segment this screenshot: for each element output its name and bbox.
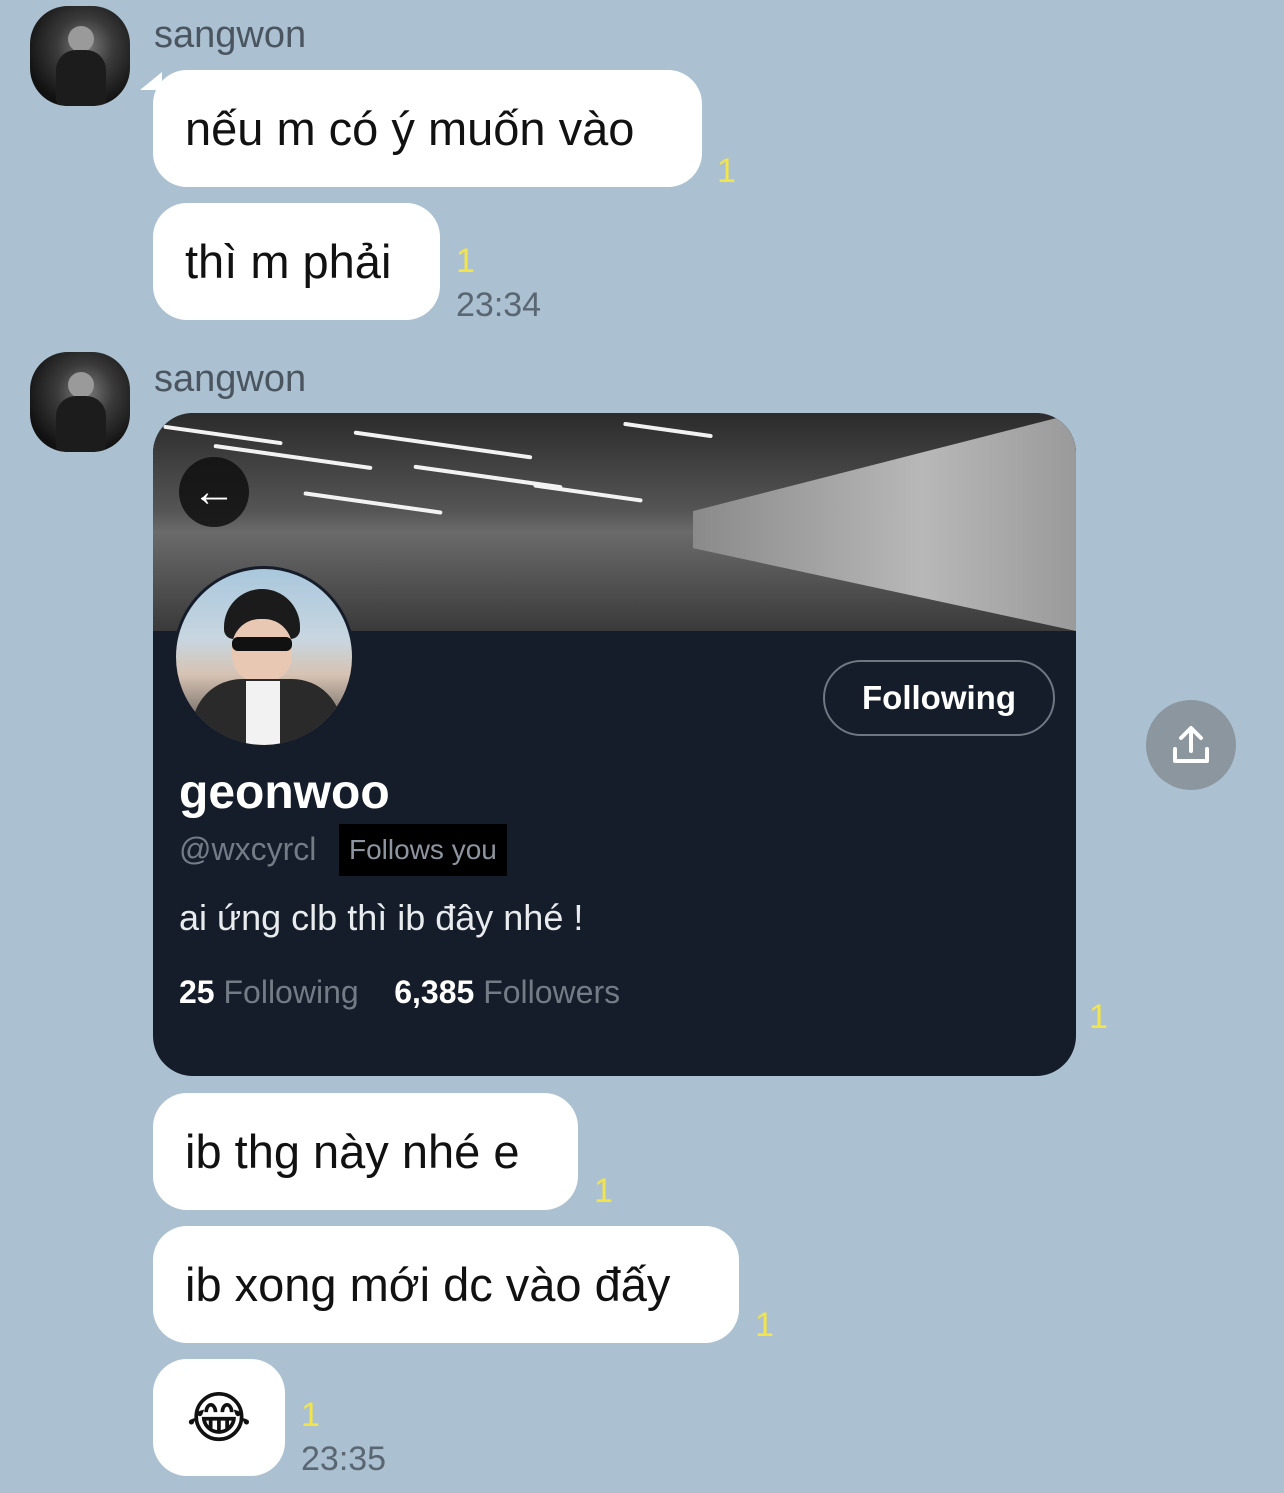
profile-display-name: geonwoo [179, 766, 390, 819]
laughing-tears-emoji-icon: 😂 [186, 1385, 252, 1449]
emoji-message-bubble[interactable]: 😂 [153, 1359, 285, 1476]
message-text: nếu m có ý muốn vào [185, 102, 635, 155]
sender-name: sangwon [154, 358, 307, 400]
unread-count: 1 [1089, 998, 1108, 1036]
message-bubble[interactable]: thì m phải [153, 203, 440, 320]
unread-count: 1 [594, 1172, 613, 1210]
sender-name: sangwon [154, 14, 307, 56]
message-time: 23:34 [456, 286, 542, 324]
message-bubble[interactable]: nếu m có ý muốn vào [153, 70, 702, 187]
sender-avatar[interactable] [30, 352, 130, 452]
unread-count: 1 [717, 152, 736, 190]
following-count[interactable]: 25 [179, 974, 215, 1010]
unread-count: 1 [755, 1306, 774, 1344]
follows-you-badge: Follows you [339, 824, 507, 876]
following-button[interactable]: Following [823, 660, 1055, 736]
profile-bio: ai ứng clb thì ib đây nhé ! [179, 897, 584, 938]
share-upload-icon[interactable] [1146, 700, 1236, 790]
following-label[interactable]: Following [223, 974, 358, 1010]
followers-count[interactable]: 6,385 [394, 974, 474, 1010]
message-bubble[interactable]: ib thg này nhé e [153, 1093, 578, 1210]
unread-count: 1 [456, 242, 475, 280]
message-text: thì m phải [185, 235, 392, 288]
followers-label[interactable]: Followers [483, 974, 620, 1010]
message-time: 23:35 [301, 1440, 387, 1478]
sender-avatar[interactable] [30, 6, 130, 106]
back-arrow-icon[interactable]: ← [179, 457, 249, 527]
profile-stats: 25 Following 6,385 Followers [179, 974, 620, 1011]
profile-card[interactable]: ← Following geonwoo @wxcyrcl Follows you… [153, 413, 1076, 1076]
message-bubble[interactable]: ib xong mới dc vào đấy [153, 1226, 739, 1343]
message-text: ib thg này nhé e [185, 1125, 520, 1178]
message-text: ib xong mới dc vào đấy [185, 1258, 671, 1311]
profile-handle: @wxcyrcl [179, 831, 317, 867]
profile-avatar[interactable] [173, 566, 355, 748]
unread-count: 1 [301, 1396, 320, 1434]
